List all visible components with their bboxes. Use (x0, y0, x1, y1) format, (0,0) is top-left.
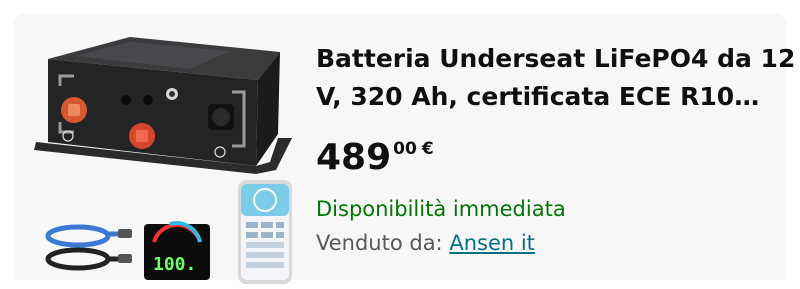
product-images[interactable]: 100. (30, 34, 300, 284)
phone-app-screenshot-image[interactable] (238, 180, 292, 284)
seller-info: Venduto da: Ansen it (316, 228, 796, 258)
negative-terminal-icon (212, 108, 230, 126)
seller-label: Venduto da: (316, 231, 443, 255)
price-fraction: 00 (393, 139, 417, 159)
product-card[interactable]: 100. Batteria Underseat LiFePO4 da 12 V,… (14, 14, 795, 284)
price-currency: € (421, 139, 434, 159)
price-whole: 489 (316, 137, 392, 178)
battery-product-image[interactable] (34, 37, 292, 174)
cable-set-image[interactable] (45, 224, 132, 271)
product-title[interactable]: Batteria Underseat LiFePO4 da 12 V, 320 … (316, 40, 796, 116)
seller-link[interactable]: Ansen it (449, 231, 535, 255)
monitor-reading: 100. (153, 254, 196, 275)
battery-monitor-display-image[interactable]: 100. (144, 221, 210, 280)
product-price: 489 00 € (316, 136, 796, 180)
product-info: Batteria Underseat LiFePO4 da 12 V, 320 … (316, 40, 796, 258)
product-image-gallery[interactable]: 100. (30, 34, 300, 284)
availability-status: Disponibilità immediata (316, 197, 566, 221)
